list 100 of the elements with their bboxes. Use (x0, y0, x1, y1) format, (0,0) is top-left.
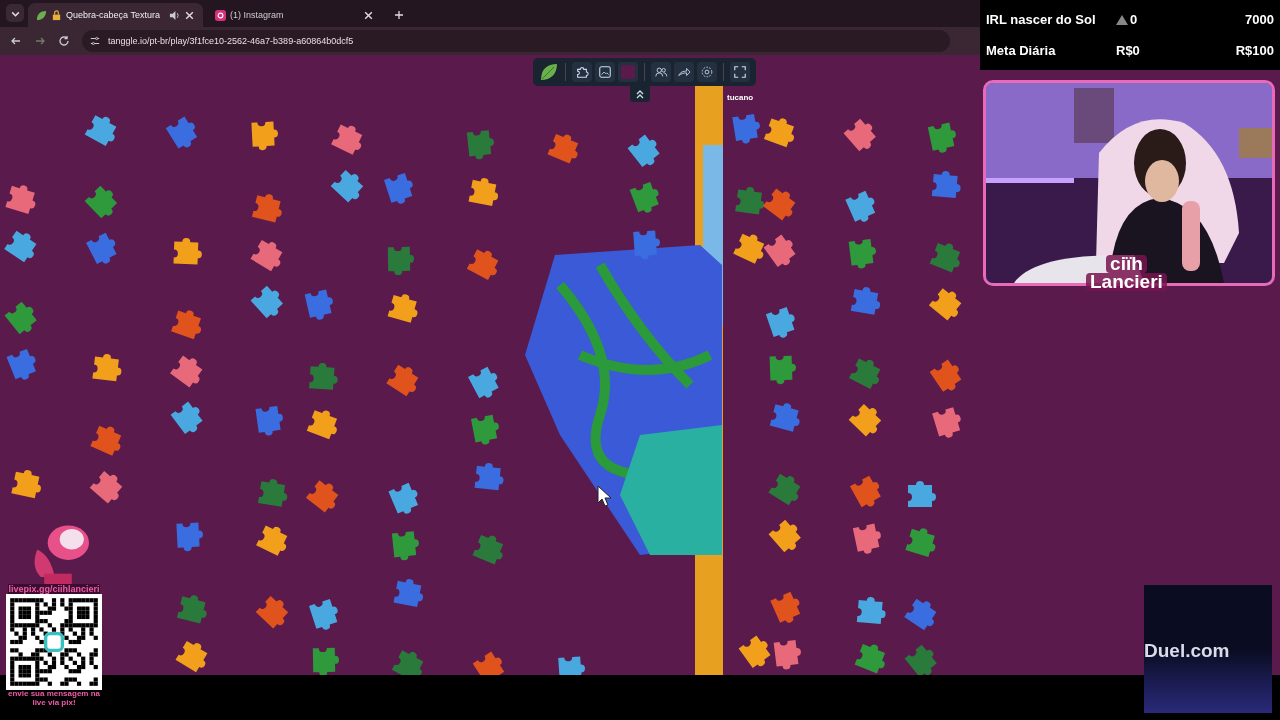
puzzle-piece[interactable] (173, 238, 202, 265)
puzzle-piece[interactable] (90, 425, 122, 456)
share-button[interactable] (674, 62, 694, 82)
puzzle-piece[interactable] (331, 124, 363, 155)
puzzle-piece[interactable] (4, 230, 37, 263)
puzzle-piece[interactable] (929, 359, 962, 392)
puzzle-piece[interactable] (765, 307, 795, 338)
puzzle-piece[interactable] (304, 289, 333, 320)
new-tab-icon[interactable] (394, 10, 404, 20)
puzzle-piece[interactable] (4, 301, 37, 335)
puzzle-piece-button[interactable] (572, 62, 592, 82)
puzzle-piece[interactable] (558, 656, 585, 675)
puzzle-piece[interactable] (773, 640, 801, 670)
puzzle-piece[interactable] (904, 598, 937, 631)
puzzle-piece[interactable] (393, 579, 423, 608)
settings-button[interactable] (697, 62, 717, 82)
puzzle-piece[interactable] (388, 482, 419, 514)
puzzle-piece[interactable] (547, 133, 579, 164)
puzzle-piece[interactable] (330, 169, 364, 203)
puzzle-piece[interactable] (250, 239, 283, 272)
puzzle-piece[interactable] (468, 366, 499, 399)
image-button[interactable] (595, 62, 615, 82)
address-bar[interactable]: tanggle.io/pt-br/play/3f1fce10-2562-46a7-b389-a60864b0dcf5 (82, 30, 950, 52)
puzzle-piece[interactable] (769, 355, 796, 385)
puzzle-piece[interactable] (165, 116, 198, 149)
sponsor-text: Duel.com (1144, 640, 1230, 662)
reload-icon[interactable] (58, 35, 70, 47)
puzzle-piece[interactable] (306, 410, 338, 440)
puzzle-piece[interactable] (629, 181, 659, 213)
collapse-toolbar-button[interactable] (630, 86, 650, 102)
close-icon[interactable] (184, 9, 195, 21)
puzzle-piece[interactable] (763, 188, 796, 221)
puzzle-piece[interactable] (763, 118, 794, 148)
back-arrow-icon[interactable] (10, 35, 22, 47)
puzzle-piece[interactable] (627, 134, 660, 168)
puzzle-piece[interactable] (769, 403, 800, 432)
puzzle-piece[interactable] (908, 481, 936, 507)
puzzle-piece[interactable] (468, 178, 498, 207)
players-button[interactable] (651, 62, 671, 82)
forward-arrow-icon[interactable] (34, 35, 46, 47)
puzzle-piece[interactable] (856, 597, 886, 624)
puzzle-piece[interactable] (854, 644, 886, 674)
puzzle-piece[interactable] (768, 519, 801, 553)
puzzle-piece[interactable] (633, 230, 660, 260)
puzzle-piece[interactable] (309, 599, 338, 630)
close-icon[interactable] (363, 9, 374, 21)
puzzle-piece[interactable] (171, 310, 202, 340)
puzzle-piece[interactable] (391, 531, 419, 561)
puzzle-piece[interactable] (927, 122, 956, 153)
puzzle-piece[interactable] (733, 233, 765, 264)
puzzle-piece[interactable] (763, 234, 796, 267)
puzzle-piece[interactable] (84, 115, 117, 147)
puzzle-piece[interactable] (84, 185, 118, 219)
goal-target: 7000 (1245, 12, 1274, 27)
puzzle-piece[interactable] (738, 635, 771, 668)
puzzle-piece[interactable] (931, 171, 961, 198)
puzzle-piece[interactable] (732, 113, 760, 144)
background-color-button[interactable] (618, 62, 638, 82)
puzzle-piece[interactable] (170, 401, 203, 434)
puzzle-piece[interactable] (312, 647, 339, 675)
puzzle-piece[interactable] (770, 591, 801, 623)
puzzle-piece[interactable] (848, 239, 876, 269)
puzzle-piece[interactable] (256, 525, 288, 556)
browser-tab[interactable]: Quebra-cabeça Textura (28, 3, 203, 27)
puzzle-piece[interactable] (250, 285, 283, 319)
puzzle-piece[interactable] (176, 522, 203, 552)
puzzle-piece[interactable] (384, 173, 413, 204)
puzzle-piece[interactable] (472, 651, 505, 675)
tab-list-button[interactable] (6, 4, 24, 22)
puzzle-piece[interactable] (92, 354, 122, 382)
puzzle-piece[interactable] (848, 403, 882, 437)
puzzle-piece[interactable] (5, 185, 36, 214)
puzzle-piece[interactable] (251, 194, 282, 223)
puzzle-piece[interactable] (251, 121, 278, 151)
puzzle-piece[interactable] (86, 232, 117, 265)
puzzle-piece[interactable] (305, 480, 339, 513)
puzzle-piece[interactable] (466, 249, 499, 280)
puzzle-piece[interactable] (175, 640, 208, 673)
puzzle-piece[interactable] (852, 523, 881, 554)
puzzle-piece[interactable] (845, 190, 876, 222)
puzzle-piece[interactable] (470, 414, 499, 445)
puzzle-piece[interactable] (928, 288, 962, 321)
puzzle-piece[interactable] (255, 595, 289, 629)
donation-link[interactable]: livepix.gg/ciihlancieri (8, 584, 100, 594)
fullscreen-button[interactable] (730, 62, 750, 82)
browser-tab[interactable]: (1) Instagram (207, 3, 382, 27)
puzzle-piece[interactable] (849, 475, 881, 508)
puzzle-piece[interactable] (89, 471, 123, 504)
puzzle-piece[interactable] (843, 118, 876, 152)
puzzle-piece[interactable] (255, 406, 283, 436)
puzzle-piece[interactable] (6, 348, 36, 380)
puzzle-piece[interactable] (850, 287, 881, 315)
puzzle-piece[interactable] (474, 463, 504, 491)
puzzle-piece[interactable] (11, 470, 41, 499)
goal-target: R$100 (1235, 43, 1274, 58)
puzzle-piece[interactable] (170, 355, 203, 388)
puzzle-piece[interactable] (932, 407, 961, 438)
puzzle-piece[interactable] (905, 528, 936, 557)
puzzle-piece[interactable] (387, 294, 418, 323)
puzzle-piece[interactable] (386, 364, 419, 397)
